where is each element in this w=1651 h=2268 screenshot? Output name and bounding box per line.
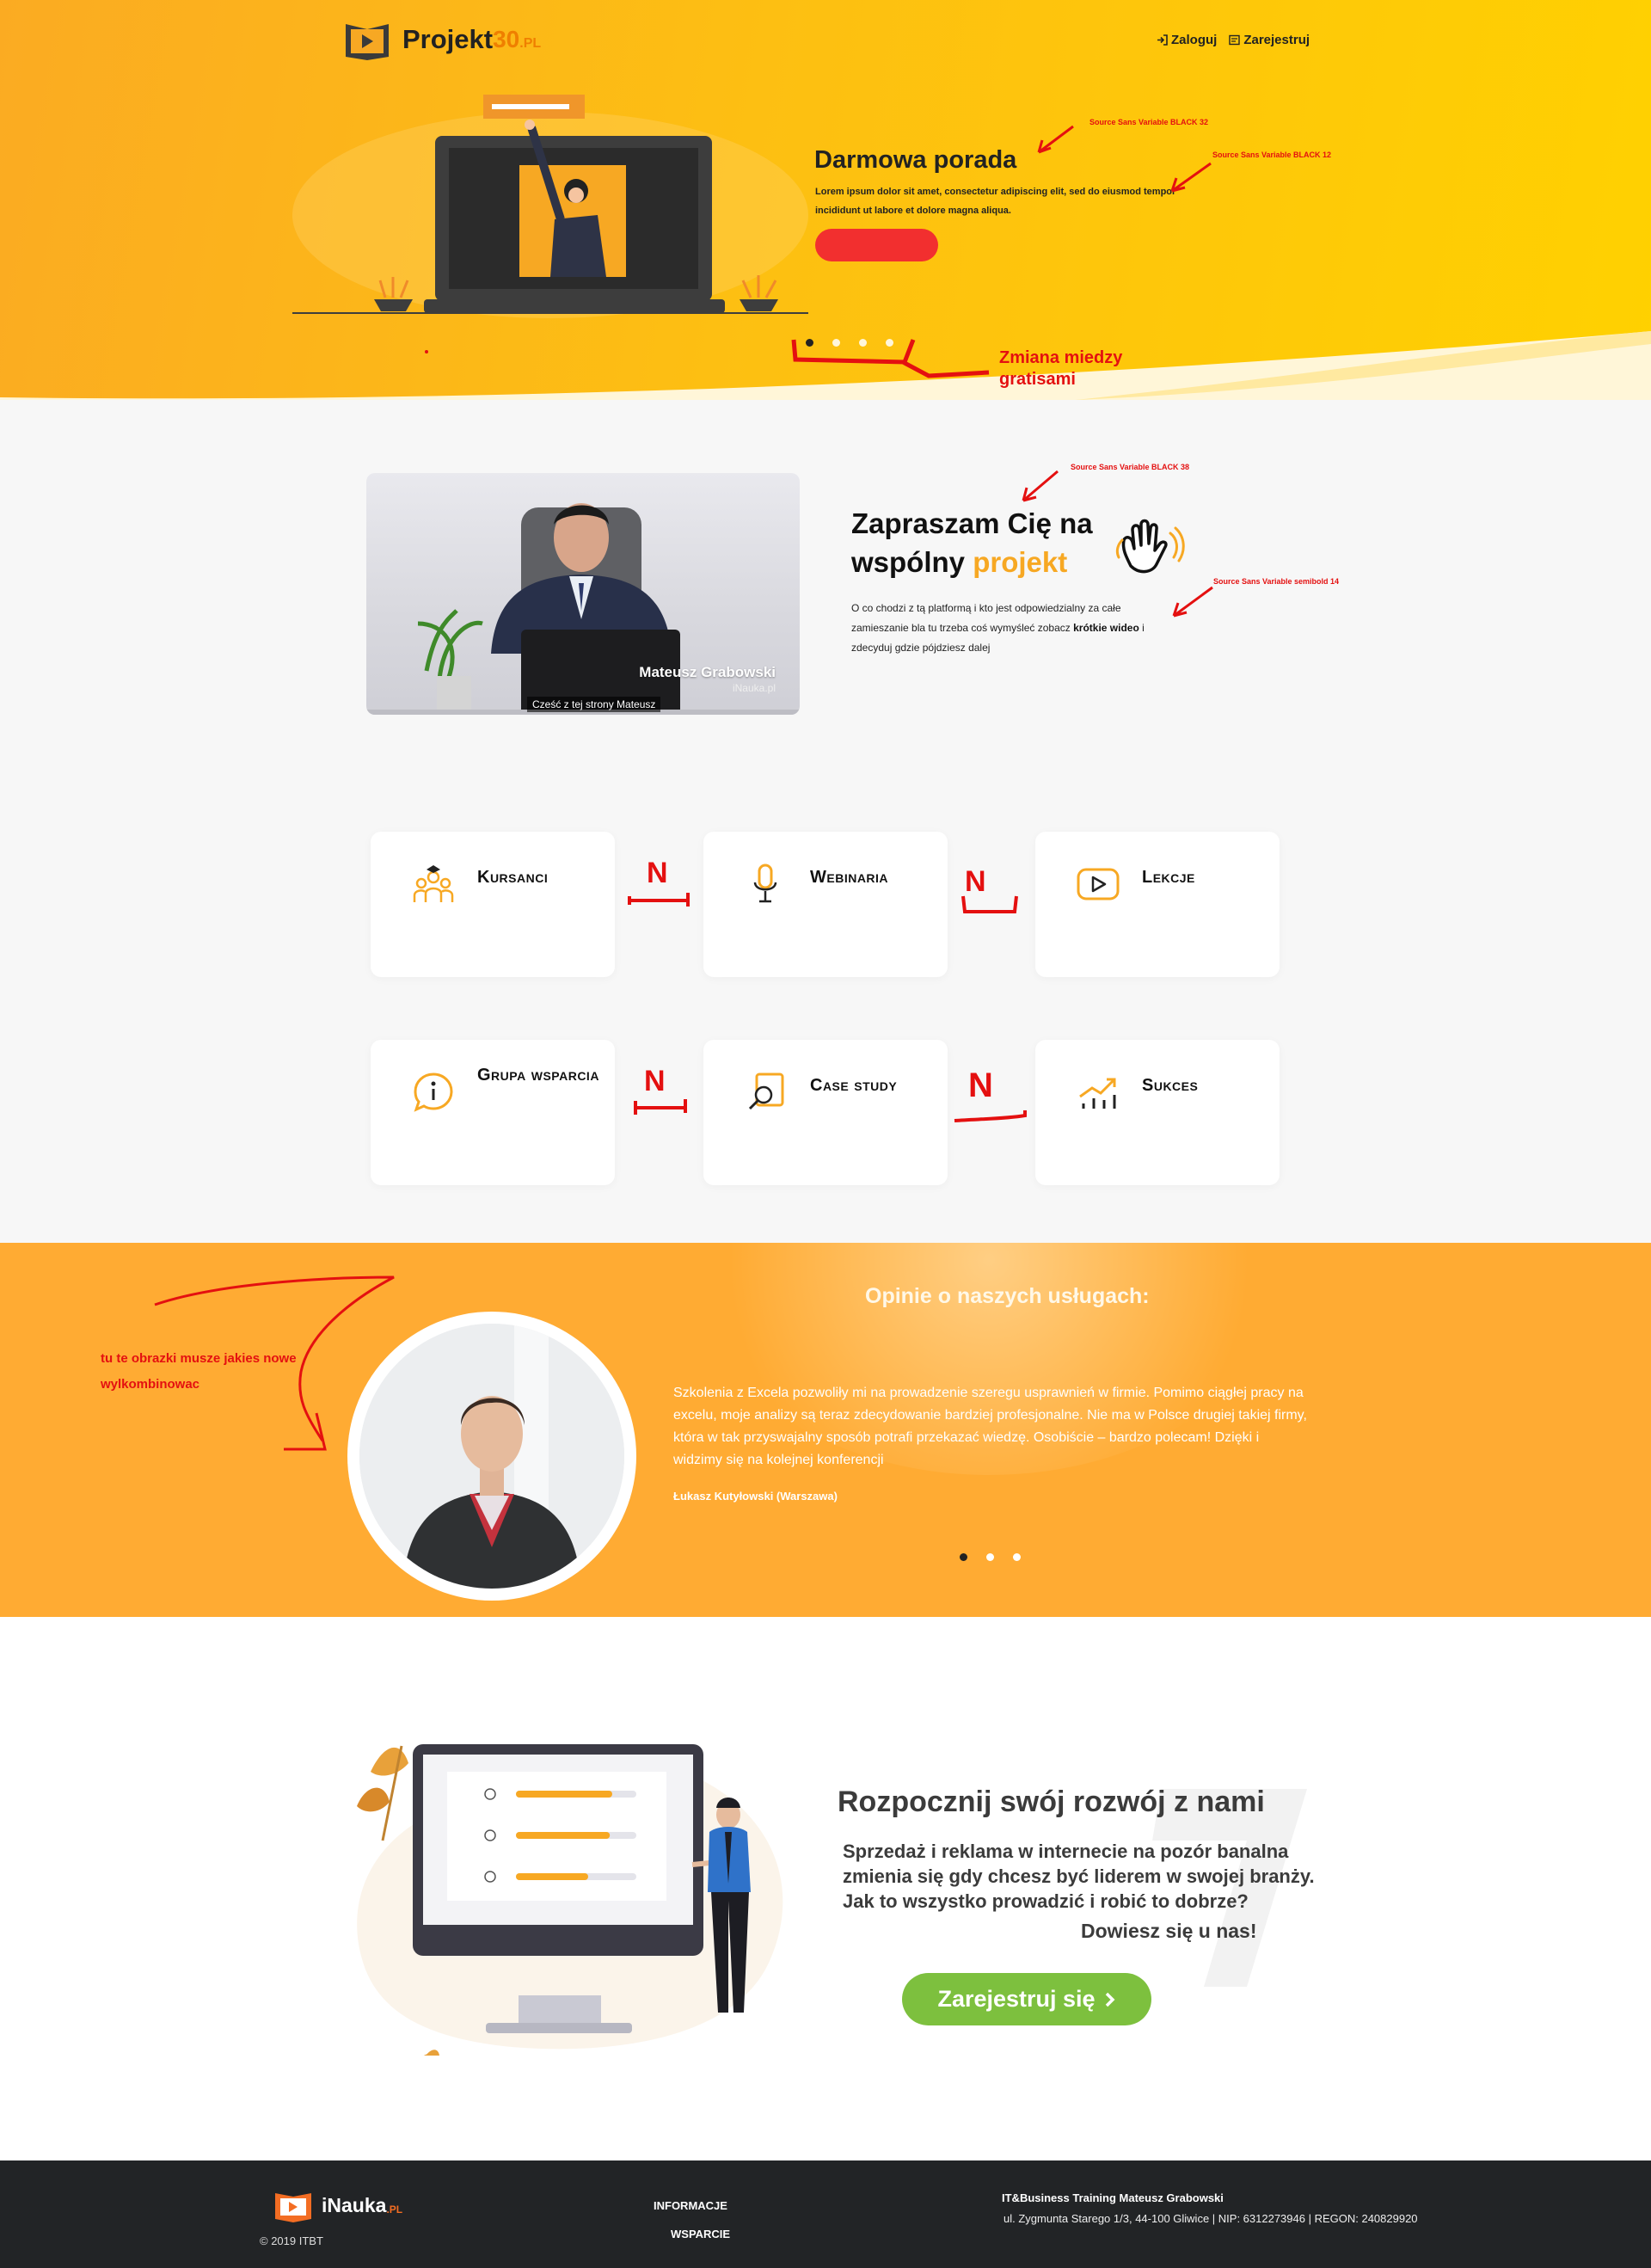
annotation-slider-note-2: gratisami: [999, 370, 1076, 389]
testimonial-quote: Szkolenia z Excela pozwoliły mi na prowa…: [673, 1386, 1307, 1467]
cta-title: Rozpocznij swój rozwój z nami: [838, 1786, 1265, 1818]
annotation-font-text: Source Sans Variable BLACK 12: [1212, 151, 1332, 159]
footer-link-wsparcie[interactable]: WSPARCIE: [654, 2220, 730, 2248]
feature-card-case-study[interactable]: Case study: [703, 1040, 948, 1185]
cta-strong-text: Dowiesz się u nas!: [1081, 1920, 1257, 1942]
footer-logo-book-icon: [275, 2193, 311, 2222]
footer-logo-text: iNauka: [322, 2193, 387, 2216]
footer-link-informacje[interactable]: INFORMACJE: [654, 2191, 730, 2220]
feature-card-grupa-wsparcia[interactable]: Grupa wsparcia: [371, 1040, 615, 1185]
annotation-arrow-mark: N: [628, 857, 690, 907]
testimonial-slider-dots: [960, 1553, 1021, 1561]
footer-company-name: IT&Business Training Mateusz Grabowski: [1002, 2191, 1224, 2204]
testimonial-author: Łukasz Kutyłowski (Warszawa): [673, 1490, 838, 1503]
testimonials-title: Opinie o naszych usługach:: [865, 1284, 1150, 1308]
annotation-mark-letter: N: [647, 857, 668, 889]
microphone-icon: [753, 864, 777, 903]
slider-dot[interactable]: [960, 1553, 967, 1561]
progress-fill: [516, 1832, 611, 1839]
progress-fill: [516, 1873, 588, 1880]
annotation-arrow-mark: N: [954, 1066, 1027, 1122]
intro-annotation-marks: [1022, 470, 1213, 618]
annotation-arrow-mark: N: [634, 1065, 687, 1115]
register-cta-button[interactable]: Zarejestruj się: [902, 1973, 1151, 2025]
hero-section: Projekt 30 .PL Zaloguj Zarejestruj Darmo…: [0, 0, 1651, 400]
annotation-testimonial-note-2: wylkombinowac: [101, 1377, 200, 1392]
site-footer: iNauka .PL © 2019 ITBT INFORMACJE WSPARC…: [0, 2160, 1651, 2268]
video-site-name: iNauka.pl: [732, 682, 776, 694]
feature-card-kursanci[interactable]: Kursanci: [371, 832, 615, 977]
info-bubble-icon: [414, 1073, 453, 1112]
feature-label: Grupa wsparcia: [477, 1066, 599, 1085]
growth-chart-icon: [1079, 1078, 1116, 1109]
feature-label: Webinaria: [810, 868, 889, 887]
search-doc-icon: [748, 1073, 784, 1110]
feature-card-webinaria[interactable]: Webinaria: [703, 832, 948, 977]
slider-dot[interactable]: [1013, 1553, 1021, 1561]
annotation-slider-note-1: Zmiana miedzy: [999, 348, 1123, 367]
footer-copyright: © 2019 ITBT: [260, 2234, 323, 2247]
video-person-name: Mateusz Grabowski: [639, 664, 776, 680]
progress-fill: [516, 1791, 612, 1798]
register-cta-label: Zarejestruj się: [937, 1986, 1096, 2012]
video-subtitle: Cześć z tej strony Mateusz: [527, 697, 661, 712]
footer-links: INFORMACJE WSPARCIE: [654, 2191, 730, 2248]
testimonials-section: Opinie o naszych usługach: Szkolenia z E…: [0, 1243, 1651, 1617]
hero-annotation-marks: [425, 125, 1212, 378]
feature-label: Lekcje: [1142, 868, 1195, 887]
play-icon: [1077, 868, 1120, 900]
footer-logo[interactable]: iNauka .PL: [273, 2188, 402, 2222]
annotation-font-intro-title: Source Sans Variable BLACK 38: [1071, 463, 1190, 471]
feature-label: Case study: [810, 1076, 898, 1095]
slider-dot[interactable]: [986, 1553, 994, 1561]
annotation-mark-letter: N: [644, 1065, 666, 1097]
feature-card-lekcje[interactable]: Lekcje: [1035, 832, 1280, 977]
annotation-mark-letter: N: [965, 865, 986, 898]
hourglass-icon: [484, 1788, 496, 1800]
annotation-testimonial-note-1: tu te obrazki musze jakies nowe: [101, 1351, 297, 1366]
cta-text: Sprzedaż i reklama w internecie na pozór…: [843, 1841, 1315, 1912]
footer-logo-suffix: .PL: [386, 2203, 403, 2216]
annotation-mark-letter: N: [968, 1066, 993, 1104]
progress-bars-chart: [484, 1788, 636, 1883]
students-icon: [413, 865, 454, 902]
annotation-font-title: Source Sans Variable BLACK 32: [1089, 118, 1209, 126]
footer-address: ul. Zygmunta Starego 1/3, 44-100 Gliwice…: [1003, 2212, 1418, 2225]
cta-section: Rozpocznij swój rozwój z nami Sprzedaż i…: [0, 1617, 1651, 2160]
clock-icon: [484, 1871, 496, 1883]
annotation-font-intro-text: Source Sans Variable semibold 14: [1213, 577, 1340, 586]
annotation-arrow-mark: N: [961, 865, 1018, 913]
feature-card-sukces[interactable]: Sukces: [1035, 1040, 1280, 1185]
feature-label: Sukces: [1142, 1076, 1199, 1095]
chevron-right-icon: [1105, 1992, 1115, 2007]
feature-label: Kursanci: [477, 868, 549, 887]
rocket-icon: [484, 1829, 496, 1841]
